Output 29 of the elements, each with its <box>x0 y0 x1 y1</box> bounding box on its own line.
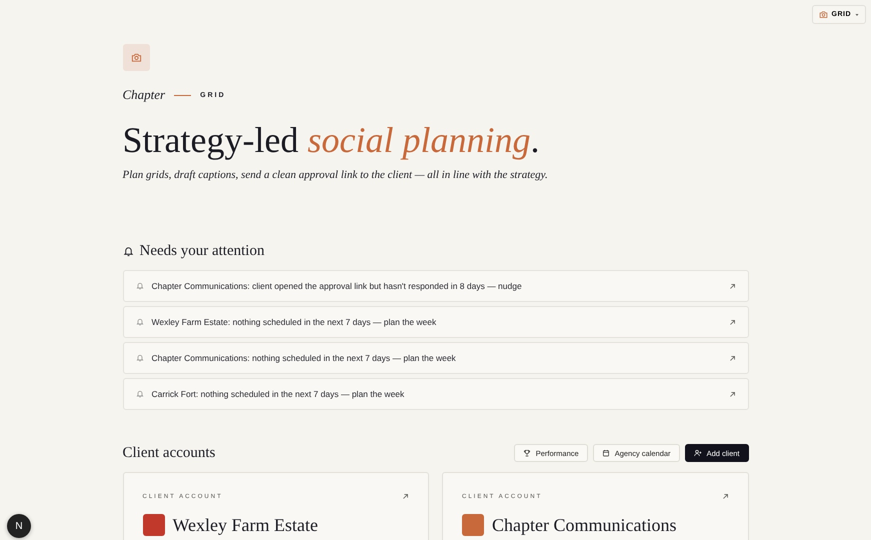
bell-icon <box>136 282 144 290</box>
arrow-icon <box>402 493 409 500</box>
arrow-icon <box>728 354 736 362</box>
client-name: Wexley Farm Estate <box>172 514 318 536</box>
arrow-icon <box>722 493 728 500</box>
alert-row[interactable]: Chapter Communications: client opened the approval link but hasn't responded in 8 days — nudge <box>122 270 748 302</box>
bell-icon <box>136 390 144 398</box>
camera-icon <box>130 52 142 63</box>
section-title: Client accounts <box>122 444 216 462</box>
dev-badge[interactable]: N <box>7 514 31 538</box>
bell-icon <box>136 354 144 362</box>
arrow-icon <box>728 390 736 398</box>
arrow-icon <box>728 318 736 326</box>
brand-name: Chapter <box>122 87 166 103</box>
calendar-icon <box>602 449 610 457</box>
alert-row[interactable]: Wexley Farm Estate: nothing scheduled in the next 7 days — plan the week <box>122 306 748 338</box>
alert-row[interactable]: Chapter Communications: nothing scheduled in the next 7 days — plan the week <box>122 342 748 374</box>
client-name: Chapter Communications <box>492 514 676 536</box>
page-title: Strategy-led social planning. <box>122 119 540 162</box>
bell-icon <box>122 246 134 257</box>
alert-row[interactable]: Carrick Fort: nothing scheduled in the next 7 days — plan the week <box>122 378 748 410</box>
trophy-icon <box>522 449 531 457</box>
page-subtitle: Plan grids, draft captions, send a clean approval link to the client — all in line with the strategy. <box>122 169 549 181</box>
add-user-icon <box>694 449 702 457</box>
caret-icon <box>855 12 859 16</box>
section-title: Needs your attention <box>140 243 264 260</box>
camera-icon <box>818 10 828 19</box>
arrow-icon <box>728 282 736 290</box>
bell-icon <box>136 318 144 326</box>
